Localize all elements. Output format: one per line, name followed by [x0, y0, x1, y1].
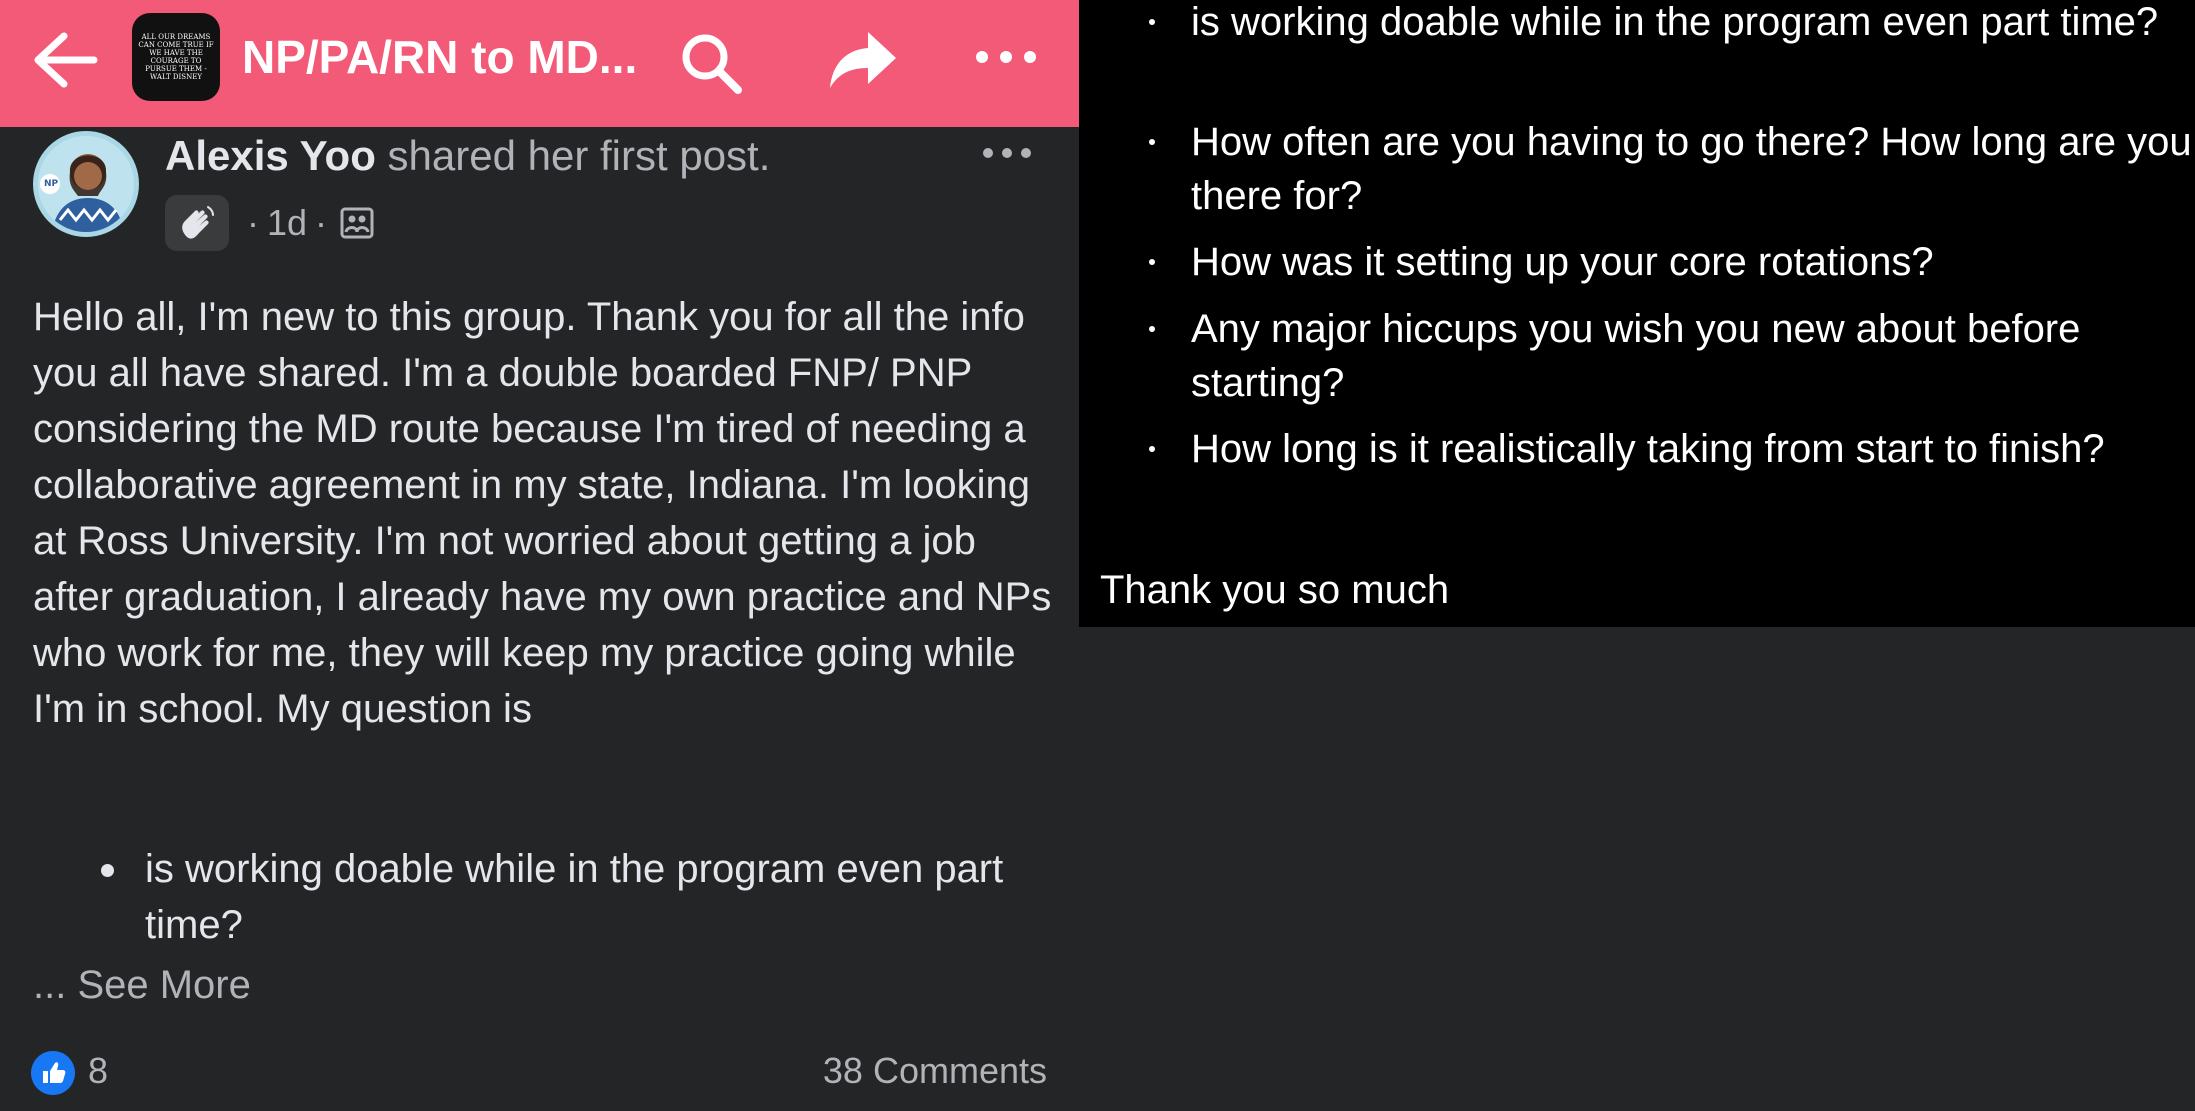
list-item: is working doable while in the program e… [33, 841, 1053, 953]
search-icon[interactable] [678, 30, 744, 96]
post-author-line: Alexis Yoo shared her first post. [165, 132, 770, 180]
group-title[interactable]: NP/PA/RN to MD... [242, 30, 642, 84]
post-panel: ALL OUR DREAMS CAN COME TRUE IF WE HAVE … [0, 0, 1079, 1111]
group-post-icon [340, 207, 374, 239]
list-item: How was it setting up your core rotation… [1079, 235, 2195, 289]
wave-hand-icon [182, 206, 214, 239]
meta-separator: · [315, 202, 328, 243]
avatar-portrait: NP [38, 136, 134, 232]
post-meta: · 1d · [165, 195, 375, 251]
list-item: How long is it realistically taking from… [1079, 422, 2195, 476]
closing-text: Thank you so much [1100, 568, 1450, 612]
see-more-link[interactable]: ... See More [33, 957, 251, 1013]
like-count[interactable]: 8 [88, 1050, 108, 1092]
list-item: is working doable while in the program e… [1079, 0, 2195, 49]
list-item: How often are you having to go there? Ho… [1079, 115, 2195, 223]
list-item: Any major hiccups you wish you new about… [1079, 302, 2195, 410]
post-body: Hello all, I'm new to this group. Thank … [33, 295, 1052, 731]
author-name[interactable]: Alexis Yoo [165, 132, 376, 179]
svg-text:NP: NP [44, 179, 59, 189]
meta-separator: · [247, 202, 259, 243]
comments-count[interactable]: 38 Comments [823, 1050, 1047, 1092]
post-question-preview: is working doable while in the program e… [33, 841, 1053, 953]
share-icon[interactable] [828, 30, 898, 90]
post-time[interactable]: 1d [267, 202, 307, 244]
group-avatar-quote: ALL OUR DREAMS CAN COME TRUE IF WE HAVE … [138, 33, 214, 81]
group-avatar[interactable]: ALL OUR DREAMS CAN COME TRUE IF WE HAVE … [132, 13, 220, 101]
like-icon[interactable] [31, 1051, 75, 1095]
more-icon[interactable] [974, 42, 1038, 72]
back-arrow-icon[interactable] [30, 30, 100, 90]
author-action: shared her first post. [387, 132, 771, 179]
post-options-icon[interactable] [982, 142, 1032, 164]
author-avatar[interactable]: NP [33, 131, 139, 237]
group-header-bar: ALL OUR DREAMS CAN COME TRUE IF WE HAVE … [0, 0, 1079, 127]
empty-area [1079, 627, 2195, 1111]
wave-badge[interactable] [165, 195, 229, 251]
expanded-post-panel: is working doable while in the program e… [1079, 0, 2195, 627]
